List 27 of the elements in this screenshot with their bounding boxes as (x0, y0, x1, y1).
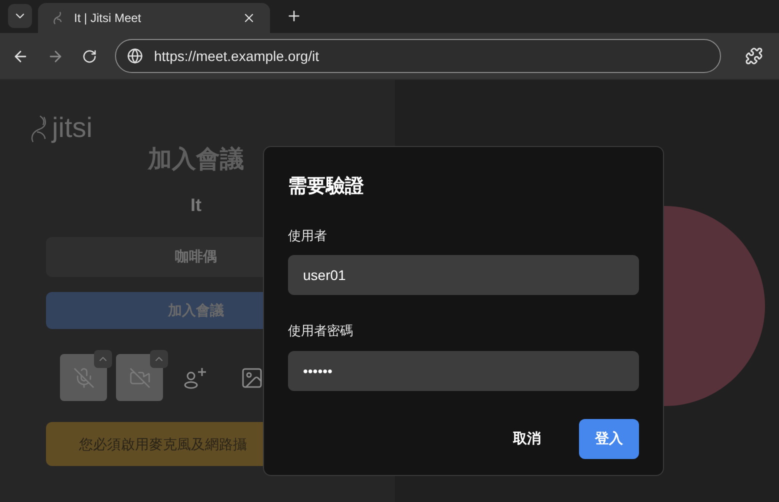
add-person-icon (184, 366, 208, 388)
tab-title: It | Jitsi Meet (74, 10, 142, 27)
globe-icon (127, 48, 143, 64)
url-text: https://meet.example.org/it (154, 46, 319, 66)
options-toggle[interactable] (150, 350, 168, 368)
camera-button[interactable] (116, 354, 163, 401)
logo-text: jitsi (52, 114, 92, 142)
camera-off-icon (128, 366, 150, 388)
microphone-off-icon (72, 366, 94, 388)
meeting-name: It (190, 194, 202, 217)
cancel-button[interactable]: 取消 (505, 418, 549, 458)
input-field[interactable]: user01 (288, 255, 639, 295)
new-tab-icon[interactable] (286, 8, 302, 24)
browser-tab[interactable]: It | Jitsi Meet (38, 3, 270, 33)
extensions-icon[interactable] (745, 47, 763, 65)
image-icon (240, 366, 264, 390)
microphone-button[interactable] (60, 354, 107, 401)
dialog-title: 需要驗證 (288, 175, 365, 199)
jitsi-logo-icon (52, 11, 64, 25)
tab-list-button[interactable] (8, 4, 32, 28)
close-icon[interactable] (242, 11, 256, 25)
page-title: 加入會議 (148, 145, 244, 175)
reload-icon[interactable] (82, 48, 97, 64)
address-bar[interactable]: https://meet.example.org/it (115, 39, 721, 73)
options-toggle[interactable] (94, 350, 112, 368)
input-field[interactable]: •••••• (288, 350, 639, 390)
login-button[interactable]: 登入 (579, 418, 639, 458)
